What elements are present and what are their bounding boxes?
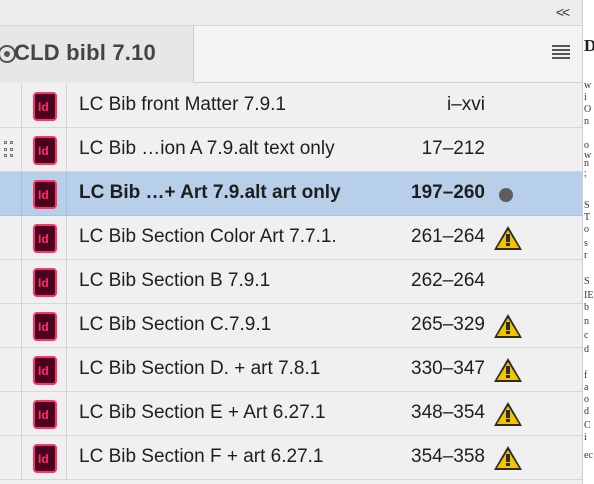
indesign-file-icon — [33, 268, 57, 297]
document-text-fragment: d — [584, 344, 589, 355]
document-text-fragment: f — [584, 370, 588, 381]
page-range: 197–260 — [411, 182, 485, 203]
tab-book[interactable]: CLD bibl 7.10 — [0, 26, 194, 83]
row-gutter — [0, 348, 22, 391]
page-range: 354–358 — [411, 446, 485, 467]
indesign-file-icon — [33, 356, 57, 385]
indesign-file-icon — [33, 224, 57, 253]
document-row[interactable]: LC Bib Section E + Art 6.27.1 348–354 — [0, 392, 582, 436]
indesign-file-icon — [33, 312, 57, 341]
row-gutter — [0, 436, 22, 479]
panel-tab-bar: CLD bibl 7.10 — [0, 26, 582, 83]
document-text-fragment: IE — [584, 290, 594, 301]
panel-menu-button[interactable] — [550, 43, 572, 61]
document-text-fragment: c — [584, 330, 589, 341]
warning-icon[interactable] — [494, 358, 522, 384]
document-row[interactable]: LC Bib Section C.7.9.1 265–329 — [0, 304, 582, 348]
page-range: 17–212 — [421, 138, 485, 159]
row-gutter — [0, 304, 22, 347]
warning-icon[interactable] — [494, 314, 522, 340]
indesign-file-icon — [33, 180, 57, 209]
row-divider — [66, 392, 67, 435]
document-text-fragment: r — [584, 250, 588, 261]
document-name: LC Bib Section C.7.9.1 — [79, 314, 272, 335]
warning-icon[interactable] — [494, 446, 522, 472]
document-name: LC Bib Section E + Art 6.27.1 — [79, 402, 326, 423]
document-text-fragment: T — [584, 212, 591, 223]
sync-source-icon[interactable] — [4, 141, 14, 159]
row-divider — [66, 84, 67, 127]
document-text-fragment: b — [584, 302, 589, 313]
row-gutter — [0, 128, 22, 171]
document-text-fragment: ec — [584, 450, 593, 461]
document-name: LC Bib Section B 7.9.1 — [79, 270, 271, 291]
indesign-file-icon — [33, 136, 57, 165]
document-text-fragment: s — [584, 238, 588, 249]
indesign-file-icon — [33, 92, 57, 121]
document-row[interactable]: LC Bib Section F + art 6.27.1 354–358 — [0, 436, 582, 480]
document-text-fragment: i — [584, 92, 587, 103]
row-divider — [66, 128, 67, 171]
page-range: 262–264 — [411, 270, 485, 291]
row-gutter — [0, 392, 22, 435]
row-divider — [66, 436, 67, 479]
document-open-icon — [494, 182, 522, 208]
document-row[interactable]: LC Bib Section Color Art 7.7.1. 261–264 — [0, 216, 582, 260]
document-text-fragment: d — [584, 406, 589, 417]
page-range: i–xvi — [446, 94, 485, 115]
row-divider — [66, 216, 67, 259]
indesign-file-icon — [33, 400, 57, 429]
book-title: CLD bibl 7.10 — [14, 40, 156, 65]
page-range: 261–264 — [411, 226, 485, 247]
warning-icon[interactable] — [494, 226, 522, 252]
document-name: LC Bib …ion A 7.9.alt text only — [79, 138, 335, 159]
document-text-fragment: S — [584, 200, 590, 211]
document-list: LC Bib front Matter 7.9.1 i–xvi LC Bib …io… — [0, 84, 582, 484]
panel-top-bar: << — [0, 0, 582, 26]
row-divider — [66, 348, 67, 391]
row-gutter — [0, 216, 22, 259]
document-text-fragment: n — [584, 316, 589, 327]
row-gutter — [0, 84, 22, 127]
document-row[interactable]: LC Bib Section D. + art 7.8.1 330–347 — [0, 348, 582, 392]
document-row[interactable]: LC Bib Section B 7.9.1 262–264 — [0, 260, 582, 304]
page-range: 330–347 — [411, 358, 485, 379]
document-text-fragment: w — [584, 80, 592, 91]
page-range: 265–329 — [411, 314, 485, 335]
document-row[interactable]: LC Bib …+ Art 7.9.alt art only 197–260 — [0, 172, 582, 216]
document-text-fragment: a — [584, 382, 589, 393]
drop-cap: D — [584, 37, 594, 54]
row-divider — [66, 304, 67, 347]
row-divider — [66, 260, 67, 303]
page-range: 348–354 — [411, 402, 485, 423]
document-name: LC Bib front Matter 7.9.1 — [79, 94, 286, 115]
row-gutter — [0, 260, 22, 303]
warning-icon[interactable] — [494, 402, 522, 428]
document-text-fragment: C — [584, 420, 591, 431]
row-gutter — [0, 172, 22, 215]
document-text-fragment: o — [584, 224, 589, 235]
document-text-fragment: i — [584, 432, 587, 443]
book-panel: << CLD bibl 7.10 LC Bib front Matter 7.9… — [0, 0, 582, 484]
document-name: LC Bib Section Color Art 7.7.1. — [79, 226, 337, 247]
hamburger-menu-icon — [552, 45, 570, 47]
row-divider — [66, 172, 67, 215]
document-page-strip: D wiOnown;STosrSIEbncdfaodCiec — [583, 0, 594, 484]
background-document-edge: D wiOnown;STosrSIEbncdfaodCiec — [582, 0, 594, 484]
document-text-fragment: n — [584, 116, 589, 127]
document-name: LC Bib …+ Art 7.9.alt art only — [79, 182, 341, 203]
document-text-fragment: S — [584, 276, 590, 287]
document-name: LC Bib Section D. + art 7.8.1 — [79, 358, 321, 379]
document-name: LC Bib Section F + art 6.27.1 — [79, 446, 324, 467]
collapse-panel-button[interactable]: << — [550, 2, 574, 22]
indesign-file-icon — [33, 444, 57, 473]
document-row[interactable]: LC Bib …ion A 7.9.alt text only 17–212 — [0, 128, 582, 172]
document-text-fragment: o — [584, 394, 589, 405]
document-row[interactable]: LC Bib front Matter 7.9.1 i–xvi — [0, 84, 582, 128]
document-text-fragment: ; — [584, 168, 587, 179]
document-text-fragment: O — [584, 104, 592, 115]
